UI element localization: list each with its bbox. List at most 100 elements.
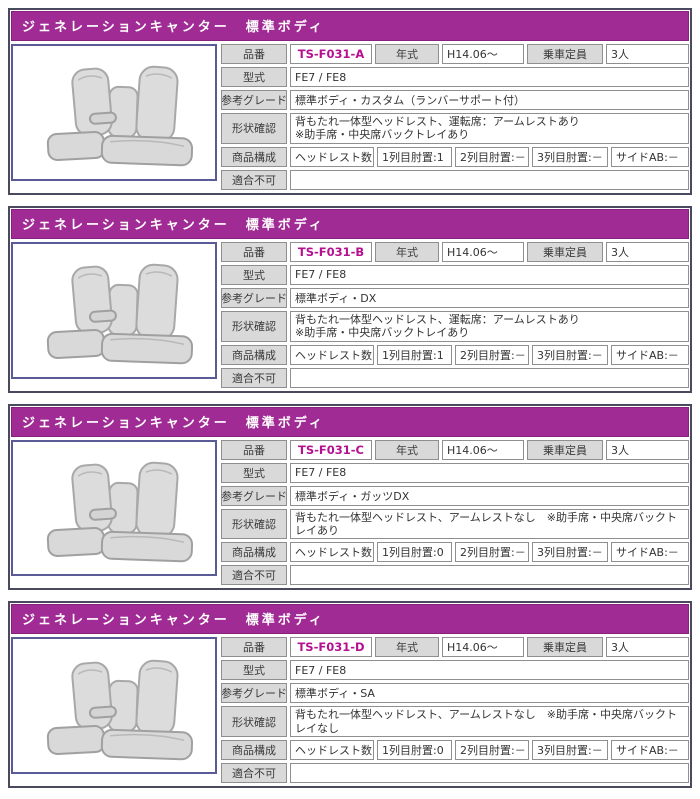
incompatible-label: 適合不可 <box>221 565 287 586</box>
incompatible-value <box>290 169 689 190</box>
grade-value: 標準ボディ・SA <box>290 683 689 704</box>
row-composition: 商品構成 ヘッドレスト数:0 1列目肘置:1 2列目肘置:－ 3列目肘置:－ サ… <box>221 146 689 167</box>
composition-row1-armrest: 1列目肘置:0 <box>377 740 452 761</box>
composition-row1-armrest: 1列目肘置:0 <box>377 542 452 563</box>
row-grade: 参考グレード 標準ボディ・DX <box>221 287 689 308</box>
composition-label: 商品構成 <box>221 146 287 167</box>
row-incompatible: 適合不可 <box>221 169 689 190</box>
incompatible-value <box>290 763 689 784</box>
shape-label: 形状確認 <box>221 310 287 342</box>
composition-row2-armrest: 2列目肘置:－ <box>455 740 529 761</box>
shape-line-1: 背もたれ一体型ヘッドレスト、アームレストなし ※助手席・中央席バックトレイあり <box>295 510 678 538</box>
grade-value: 標準ボディ・ガッツDX <box>290 485 689 506</box>
part-no-value: TS-F031-B <box>290 241 372 262</box>
year-label: 年式 <box>375 439 439 460</box>
shape-value: 背もたれ一体型ヘッドレスト、運転席：アームレストあり ※助手席・中央席バックトレ… <box>290 310 689 342</box>
truck-seats-icon <box>46 659 194 761</box>
row-incompatible: 適合不可 <box>221 763 689 784</box>
product-blocks: ジェネレーションキャンター 標準ボディ 品番 TS-F031-A 年式 H14.… <box>8 8 692 789</box>
part-no-label: 品番 <box>221 637 287 658</box>
grade-label: 参考グレード <box>221 287 287 308</box>
spec-table: 品番 TS-F031-B 年式 H14.06～ 乗車定員 3人 型式 FE7 /… <box>221 241 689 388</box>
block-title: ジェネレーションキャンター 標準ボディ <box>22 415 325 431</box>
row-grade: 参考グレード 標準ボディ・SA <box>221 683 689 704</box>
block-title: ジェネレーションキャンター 標準ボディ <box>22 217 325 233</box>
row-shape: 形状確認 背もたれ一体型ヘッドレスト、運転席：アームレストあり ※助手席・中央席… <box>221 310 689 342</box>
shape-value: 背もたれ一体型ヘッドレスト、アームレストなし ※助手席・中央席バックトレイなし <box>290 706 689 738</box>
composition-row3-armrest: 3列目肘置:－ <box>532 740 608 761</box>
part-no-label: 品番 <box>221 439 287 460</box>
composition-label: 商品構成 <box>221 542 287 563</box>
shape-line-2: ※助手席・中央席バックトレイあり <box>295 128 470 142</box>
shape-label: 形状確認 <box>221 508 287 540</box>
shape-line-2: ※助手席・中央席バックトレイあり <box>295 326 470 340</box>
block-body: 品番 TS-F031-D 年式 H14.06～ 乗車定員 3人 型式 FE7 /… <box>11 636 689 785</box>
block-title: ジェネレーションキャンター 標準ボディ <box>22 20 325 35</box>
capacity-value: 3人 <box>606 637 689 658</box>
model-value: FE7 / FE8 <box>290 462 689 483</box>
row-model: 型式 FE7 / FE8 <box>221 660 689 681</box>
model-label: 型式 <box>221 264 287 285</box>
incompatible-label: 適合不可 <box>221 367 287 388</box>
capacity-value: 3人 <box>606 44 689 64</box>
spec-table: 品番 TS-F031-A 年式 H14.06～ 乗車定員 3人 型式 FE7 /… <box>221 44 689 190</box>
truck-seats-icon <box>46 263 194 365</box>
shape-value: 背もたれ一体型ヘッドレスト、アームレストなし ※助手席・中央席バックトレイあり <box>290 508 689 540</box>
year-value: H14.06～ <box>442 44 524 64</box>
product-block: ジェネレーションキャンター 標準ボディ <box>8 601 692 789</box>
composition-row3-armrest: 3列目肘置:－ <box>532 146 608 167</box>
composition-row1-armrest: 1列目肘置:1 <box>377 146 452 167</box>
product-block: ジェネレーションキャンター 標準ボディ <box>8 8 692 195</box>
capacity-label: 乗車定員 <box>527 439 603 460</box>
composition-headrest: ヘッドレスト数:0 <box>290 740 374 761</box>
model-value: FE7 / FE8 <box>290 67 689 87</box>
part-no-value: TS-F031-C <box>290 439 372 460</box>
composition-label: 商品構成 <box>221 344 287 365</box>
product-block: ジェネレーションキャンター 標準ボディ <box>8 403 692 591</box>
block-title: ジェネレーションキャンター 標準ボディ <box>22 613 325 629</box>
model-value: FE7 / FE8 <box>290 660 689 681</box>
year-label: 年式 <box>375 637 439 658</box>
grade-label: 参考グレード <box>221 485 287 506</box>
model-label: 型式 <box>221 462 287 483</box>
shape-label: 形状確認 <box>221 706 287 738</box>
incompatible-value <box>290 367 689 388</box>
row-model: 型式 FE7 / FE8 <box>221 67 689 87</box>
seat-image-box <box>11 637 217 775</box>
part-no-value: TS-F031-D <box>290 637 372 658</box>
seat-image-box <box>11 439 217 577</box>
truck-seats-icon <box>46 66 194 167</box>
row-incompatible: 適合不可 <box>221 367 689 388</box>
row-composition: 商品構成 ヘッドレスト数:0 1列目肘置:1 2列目肘置:－ 3列目肘置:－ サ… <box>221 344 689 365</box>
incompatible-label: 適合不可 <box>221 169 287 190</box>
row-part-number: 品番 TS-F031-C 年式 H14.06～ 乗車定員 3人 <box>221 439 689 460</box>
composition-side-ab: サイドAB:－ <box>611 542 689 563</box>
capacity-label: 乗車定員 <box>527 241 603 262</box>
seat-image-box <box>11 44 217 181</box>
row-composition: 商品構成 ヘッドレスト数:0 1列目肘置:0 2列目肘置:－ 3列目肘置:－ サ… <box>221 740 689 761</box>
model-label: 型式 <box>221 67 287 87</box>
part-no-value: TS-F031-A <box>290 44 372 64</box>
composition-row1-armrest: 1列目肘置:1 <box>377 344 452 365</box>
incompatible-value <box>290 565 689 586</box>
spec-table: 品番 TS-F031-D 年式 H14.06～ 乗車定員 3人 型式 FE7 /… <box>221 637 689 784</box>
capacity-label: 乗車定員 <box>527 44 603 64</box>
row-incompatible: 適合不可 <box>221 565 689 586</box>
shape-label: 形状確認 <box>221 113 287 144</box>
shape-line-1: 背もたれ一体型ヘッドレスト、運転席：アームレストあり <box>295 115 580 128</box>
year-value: H14.06～ <box>442 241 524 262</box>
grade-label: 参考グレード <box>221 90 287 110</box>
product-block: ジェネレーションキャンター 標準ボディ <box>8 205 692 393</box>
shape-value: 背もたれ一体型ヘッドレスト、運転席：アームレストあり ※助手席・中央席バックトレ… <box>290 113 689 144</box>
part-no-label: 品番 <box>221 44 287 64</box>
year-label: 年式 <box>375 44 439 64</box>
row-part-number: 品番 TS-F031-A 年式 H14.06～ 乗車定員 3人 <box>221 44 689 64</box>
composition-row3-armrest: 3列目肘置:－ <box>532 344 608 365</box>
composition-row2-armrest: 2列目肘置:－ <box>455 542 529 563</box>
capacity-value: 3人 <box>606 439 689 460</box>
composition-side-ab: サイドAB:－ <box>611 344 689 365</box>
composition-row3-armrest: 3列目肘置:－ <box>532 542 608 563</box>
composition-label: 商品構成 <box>221 740 287 761</box>
part-no-label: 品番 <box>221 241 287 262</box>
row-shape: 形状確認 背もたれ一体型ヘッドレスト、運転席：アームレストあり ※助手席・中央席… <box>221 113 689 144</box>
